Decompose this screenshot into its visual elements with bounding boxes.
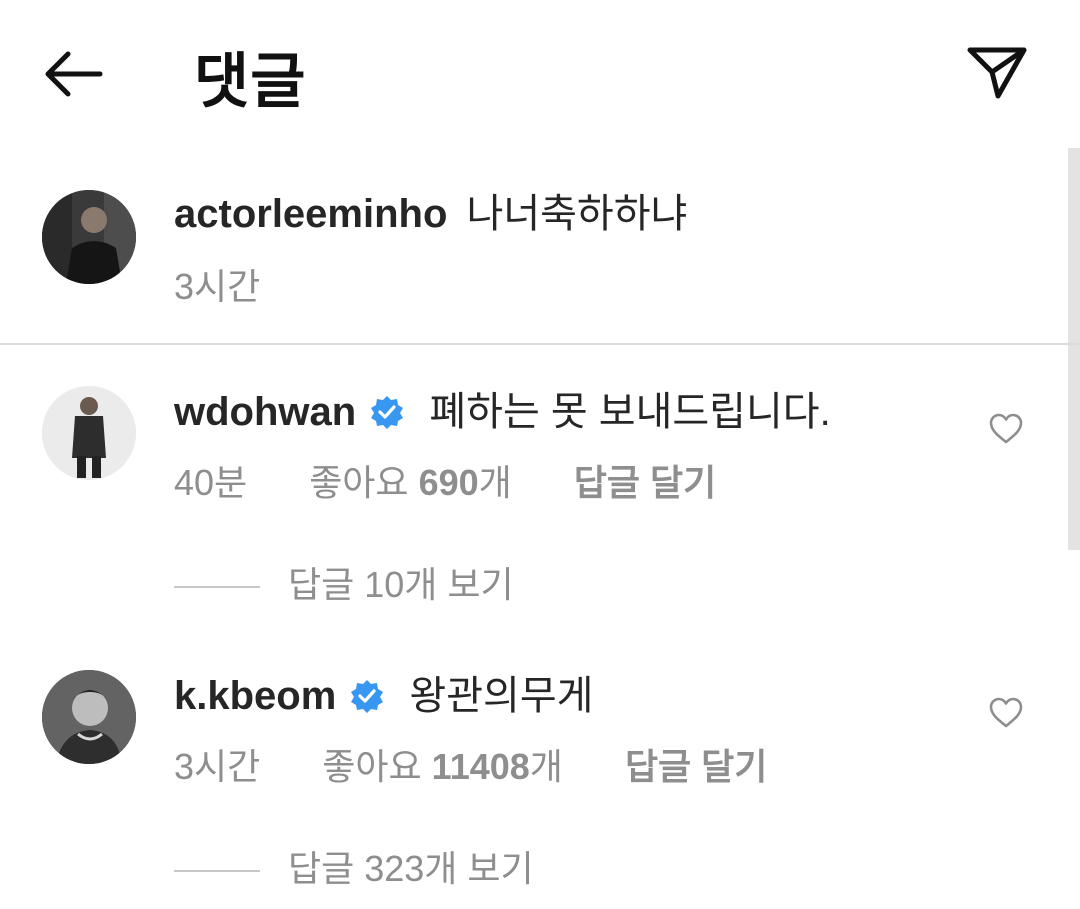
caption-time: 3시간 [174,266,261,307]
comment-line: k.kbeom 왕관의무게 [174,668,593,724]
comment-text: 왕관의무게 [409,674,594,718]
caption-line: actorleeminho 나너축하하냐 [174,186,687,242]
comment-time: 3시간 [174,746,261,787]
back-button[interactable] [40,48,106,100]
paper-plane-icon [967,47,1027,99]
reply-button[interactable]: 답글 달기 [574,458,716,508]
caption-meta: 3시간 [174,262,260,312]
comment-time: 40분 [174,462,248,503]
scrollbar[interactable] [1068,148,1080,550]
arrow-left-icon [45,51,103,97]
header-bar: 댓글 [0,0,1080,150]
comment-meta: 3시간 좋아요 11408개 답글 달기 [174,742,767,792]
caption-text: 나너축하하냐 [466,192,688,236]
profile-photo-actorleeminho [42,190,136,284]
comment-text: 폐하는 못 보내드립니다. [429,390,831,434]
caption-username[interactable]: actorleeminho [174,192,447,236]
comment-likes[interactable]: 좋아요 11408개 [322,742,563,792]
comment-meta: 40분 좋아요 690개 답글 달기 [174,458,716,508]
comment-username[interactable]: wdohwan [174,390,356,434]
reply-button[interactable]: 답글 달기 [625,742,767,792]
heart-icon[interactable] [988,696,1024,728]
verified-badge-icon [371,396,404,429]
verified-badge-icon [351,680,384,713]
comments-screen: 댓글 actorleeminho 나너축하하냐 3시간 wdohwan 폐하는 … [0,0,1080,909]
profile-photo-wdohwan [42,386,136,480]
profile-photo-kkbeom [42,670,136,764]
likes-label: 좋아요 [322,746,422,787]
avatar[interactable] [42,386,136,480]
heart-icon[interactable] [988,412,1024,444]
comment-username[interactable]: k.kbeom [174,674,336,718]
likes-unit: 개 [529,746,563,787]
likes-unit: 개 [478,462,512,503]
avatar[interactable] [42,190,136,284]
likes-count: 11408 [431,746,530,787]
replies-divider-line [174,586,260,589]
likes-label: 좋아요 [309,462,409,503]
replies-divider-line [174,870,260,873]
comment-line: wdohwan 폐하는 못 보내드립니다. [174,384,831,440]
caption-divider [0,343,1080,345]
comment-likes[interactable]: 좋아요 690개 [309,458,512,508]
likes-count: 690 [418,462,479,503]
view-replies-label: 답글 323개 보기 [288,848,534,889]
view-replies-label: 답글 10개 보기 [288,564,514,605]
avatar[interactable] [42,670,136,764]
view-replies-button[interactable]: 답글 10개 보기 [174,560,514,610]
share-button[interactable] [966,42,1030,102]
view-replies-button[interactable]: 답글 323개 보기 [174,844,534,894]
page-title: 댓글 [194,48,307,115]
